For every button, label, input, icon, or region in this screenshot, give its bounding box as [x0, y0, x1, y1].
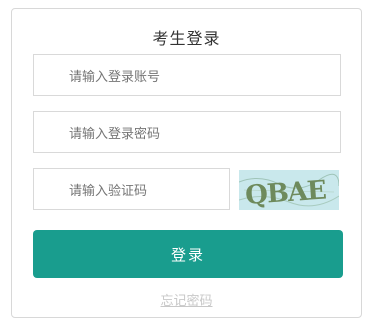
captcha-input[interactable]: 请输入验证码	[33, 168, 230, 210]
password-placeholder: 请输入登录密码	[69, 126, 161, 142]
captcha-graphic: QBAE	[239, 173, 339, 210]
account-input[interactable]: 请输入登录账号	[33, 54, 341, 96]
captcha-text: QBAE	[244, 175, 327, 210]
account-placeholder: 请输入登录账号	[69, 69, 161, 85]
password-input[interactable]: 请输入登录密码	[33, 111, 341, 153]
captcha-image[interactable]: QBAE	[239, 170, 339, 210]
forgot-password-link[interactable]: 忘记密码	[12, 290, 361, 309]
login-title: 考生登录	[152, 29, 221, 48]
captcha-placeholder: 请输入验证码	[69, 183, 148, 199]
login-button[interactable]: 登录	[33, 230, 343, 278]
login-panel: 考生登录 请输入登录账号 请输入登录密码 请输入验证码 QBAE 登录 忘记密码	[11, 8, 362, 318]
